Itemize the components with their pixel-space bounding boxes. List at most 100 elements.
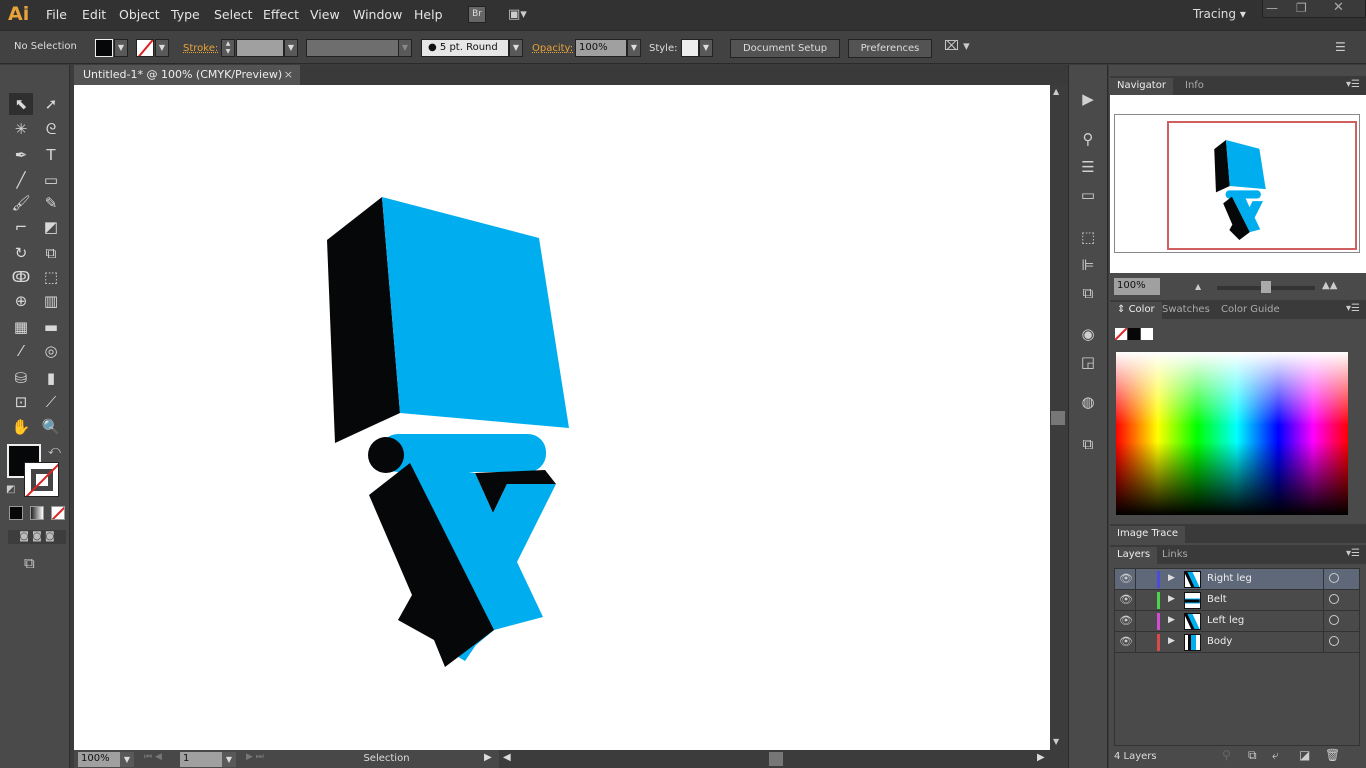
navigator-menu-icon[interactable]: ▾☰ [1346, 79, 1360, 90]
zoom-in-icon[interactable]: ▲▲ [1322, 280, 1337, 291]
visibility-eye-icon[interactable]: 👁 [1119, 614, 1133, 627]
stroke-swatch[interactable] [136, 39, 154, 57]
menu-help[interactable]: Help [414, 7, 443, 22]
status-menu-arrow[interactable]: ▶ [484, 752, 492, 763]
close-tab-icon[interactable]: × [284, 68, 293, 81]
graphic-styles-icon[interactable]: ◲ [1077, 353, 1099, 373]
artboard-canvas[interactable] [74, 85, 1050, 750]
layer-row[interactable]: 👁 ▶ Body [1115, 632, 1359, 653]
tab-image-trace[interactable]: Image Trace [1110, 526, 1186, 543]
menu-object[interactable]: Object [119, 7, 160, 22]
default-colors-icon[interactable]: ◩ [6, 484, 15, 495]
pencil-tool[interactable]: ✎ [39, 192, 63, 214]
tab-info[interactable]: Info [1178, 78, 1211, 95]
opacity-label[interactable]: Opacity: [532, 43, 573, 54]
white-color-chip[interactable] [1141, 328, 1153, 340]
brush-definition[interactable]: ● 5 pt. Round [421, 39, 509, 57]
navigator-preview[interactable] [1110, 95, 1366, 273]
style-swatch[interactable] [681, 39, 699, 57]
isolate-selection-icon[interactable]: ⌧ ▾ [944, 39, 970, 54]
layer-row[interactable]: 👁 ▶ Left leg [1115, 611, 1359, 632]
tab-color-guide[interactable]: Color Guide [1214, 302, 1287, 319]
selection-tool[interactable]: ⬉ [9, 93, 33, 115]
layer-name[interactable]: Body [1207, 636, 1232, 647]
tab-layers[interactable]: Layers [1110, 547, 1158, 564]
control-menu-icon[interactable]: ☰ [1335, 40, 1346, 54]
blob-brush-tool[interactable]: ⌐ [9, 216, 33, 238]
arrange-documents-icon[interactable]: ▣▾ [508, 7, 534, 22]
layer-name[interactable]: Right leg [1207, 573, 1252, 584]
line-tool[interactable]: ╱ [9, 169, 33, 191]
perspective-grid-tool[interactable]: ▥ [39, 290, 63, 312]
target-icon[interactable] [1329, 615, 1339, 625]
expand-arrow-icon[interactable]: ▶ [1168, 636, 1175, 646]
none-color-chip[interactable] [1115, 328, 1127, 340]
none-mode-button[interactable] [51, 506, 65, 520]
fill-swatch[interactable] [95, 39, 113, 57]
symbols-icon[interactable]: ◍ [1077, 393, 1099, 413]
stroke-dropdown[interactable]: ▼ [155, 39, 169, 57]
expand-arrow-icon[interactable]: ▶ [1168, 615, 1175, 625]
warp-tool[interactable]: ↂ [9, 266, 33, 288]
menu-view[interactable]: View [310, 7, 340, 22]
column-graph-tool[interactable]: ▮ [39, 367, 63, 389]
target-icon[interactable] [1329, 594, 1339, 604]
layer-name[interactable]: Belt [1207, 594, 1227, 605]
stroke-label[interactable]: Stroke: [183, 43, 218, 54]
expand-arrow-icon[interactable]: ▶ [1168, 594, 1175, 604]
horizontal-scrollbar[interactable]: ◀ ▶ [499, 750, 1050, 768]
menu-select[interactable]: Select [214, 7, 253, 22]
zoom-out-icon[interactable]: ▲ [1195, 282, 1201, 291]
zoom-dropdown[interactable]: ▼ [120, 752, 134, 767]
gradient-icon[interactable]: ▭ [1077, 186, 1099, 206]
menu-effect[interactable]: Effect [263, 7, 299, 22]
stroke-weight-stepper[interactable]: ▲ ▼ [221, 39, 235, 57]
eyedropper-tool[interactable]: ⁄ [9, 340, 33, 362]
layers-menu-icon[interactable]: ▾☰ [1346, 548, 1360, 559]
zoom-tool[interactable]: 🔍 [39, 416, 63, 438]
visibility-eye-icon[interactable]: 👁 [1119, 593, 1133, 606]
layer-row[interactable]: 👁 ▶ Right leg [1115, 569, 1359, 590]
new-layer-icon[interactable]: ◪ [1299, 748, 1310, 762]
slice-tool[interactable]: ⟋ [39, 391, 63, 413]
visibility-eye-icon[interactable]: 👁 [1119, 572, 1133, 585]
tab-color[interactable]: ⇕ Color [1110, 302, 1162, 319]
transform-icon[interactable]: ⬚ [1077, 228, 1099, 248]
opacity-input[interactable]: 100% [575, 39, 627, 57]
opacity-dropdown[interactable]: ▼ [627, 39, 641, 57]
blend-tool[interactable]: ◎ [39, 340, 63, 362]
minimize-button[interactable]: — [1266, 1, 1278, 15]
stroke-icon[interactable]: ☰ [1077, 158, 1099, 178]
current-tool-status[interactable]: Selection [279, 751, 494, 767]
artboard-dropdown[interactable]: ▼ [222, 752, 236, 767]
tab-swatches[interactable]: Swatches [1155, 302, 1217, 319]
color-mode-button[interactable] [9, 506, 23, 520]
rotate-tool[interactable]: ↻ [9, 242, 33, 264]
vertical-scrollbar[interactable]: ▲ ▼ [1050, 85, 1066, 750]
visibility-eye-icon[interactable]: 👁 [1119, 635, 1133, 648]
brushes-icon[interactable]: ⚲ [1077, 130, 1099, 150]
horizontal-scroll-thumb[interactable] [769, 752, 783, 766]
swap-colors-icon[interactable]: ⤺ [48, 443, 61, 458]
preferences-button[interactable]: Preferences [848, 39, 932, 58]
artboard-number-input[interactable]: 1 [180, 752, 222, 767]
magic-wand-tool[interactable]: ✳ [9, 118, 33, 140]
menu-edit[interactable]: Edit [82, 7, 106, 22]
close-window-button[interactable]: ✕ [1333, 0, 1344, 15]
direct-selection-tool[interactable]: ➚ [39, 93, 63, 115]
tab-navigator[interactable]: Navigator [1110, 78, 1173, 95]
workspace-switcher[interactable]: Tracing ▾ [1193, 7, 1246, 21]
document-setup-button[interactable]: Document Setup [730, 39, 840, 58]
locate-object-icon[interactable]: ⚲ [1222, 748, 1231, 762]
restore-button[interactable]: ❐ [1296, 1, 1307, 15]
shape-builder-tool[interactable]: ⊕ [9, 290, 33, 312]
drawing-modes[interactable]: ◙ ◙ ◙ [8, 530, 66, 544]
paintbrush-tool[interactable]: 🖌 [9, 192, 33, 214]
lasso-tool[interactable]: ᘓ [39, 118, 63, 140]
menu-file[interactable]: File [46, 7, 67, 22]
bridge-button[interactable]: Br [468, 6, 486, 23]
new-sublayer-icon[interactable]: ⤶ [1272, 748, 1279, 763]
actions-icon[interactable]: ▶ [1077, 90, 1099, 110]
align-icon[interactable]: ⊫ [1077, 256, 1099, 276]
gradient-tool[interactable]: ▬ [39, 316, 63, 338]
